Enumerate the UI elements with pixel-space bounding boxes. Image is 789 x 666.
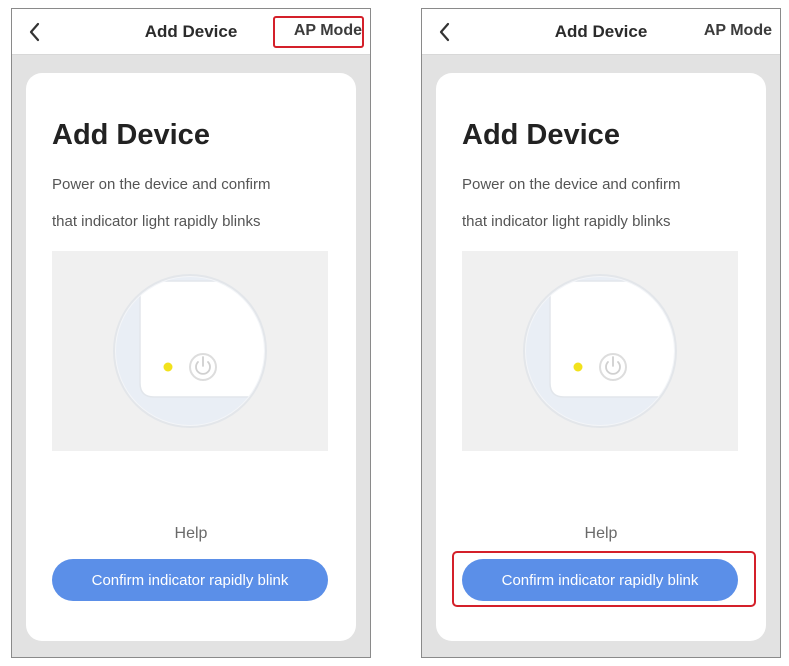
- ap-mode-button[interactable]: AP Mode: [704, 22, 772, 40]
- chevron-left-icon: [29, 22, 40, 42]
- card-title: Add Device: [462, 119, 620, 151]
- indicator-light-icon: [573, 362, 583, 372]
- back-button[interactable]: [22, 17, 48, 47]
- indicator-light-icon: [163, 362, 173, 372]
- add-device-card: Add Device Power on the device and confi…: [436, 73, 766, 641]
- confirm-blink-button[interactable]: Confirm indicator rapidly blink: [52, 559, 328, 601]
- add-device-card: Add Device Power on the device and confi…: [26, 73, 356, 641]
- confirm-blink-button[interactable]: Confirm indicator rapidly blink: [462, 559, 738, 601]
- highlight-box-ap-mode: [273, 16, 364, 48]
- device-illustration-graphic: [523, 274, 677, 428]
- device-illustration: [462, 251, 738, 451]
- instruction-line-2: that indicator light rapidly blinks: [52, 213, 261, 230]
- device-illustration: [52, 251, 328, 451]
- phone-screen-right: Add Device AP Mode Add Device Power on t…: [421, 8, 781, 658]
- instruction-line-2: that indicator light rapidly blinks: [462, 213, 671, 230]
- device-illustration-graphic: [113, 274, 267, 428]
- instruction-line-1: Power on the device and confirm: [52, 176, 271, 193]
- back-button[interactable]: [432, 17, 458, 47]
- top-nav-bar: Add Device AP Mode: [12, 9, 370, 55]
- phone-screen-left: Add Device AP Mode Add Device Power on t…: [11, 8, 371, 658]
- instruction-line-1: Power on the device and confirm: [462, 176, 681, 193]
- help-link[interactable]: Help: [436, 525, 766, 543]
- top-nav-bar: Add Device AP Mode: [422, 9, 780, 55]
- help-link[interactable]: Help: [26, 525, 356, 543]
- chevron-left-icon: [439, 22, 450, 42]
- card-title: Add Device: [52, 119, 210, 151]
